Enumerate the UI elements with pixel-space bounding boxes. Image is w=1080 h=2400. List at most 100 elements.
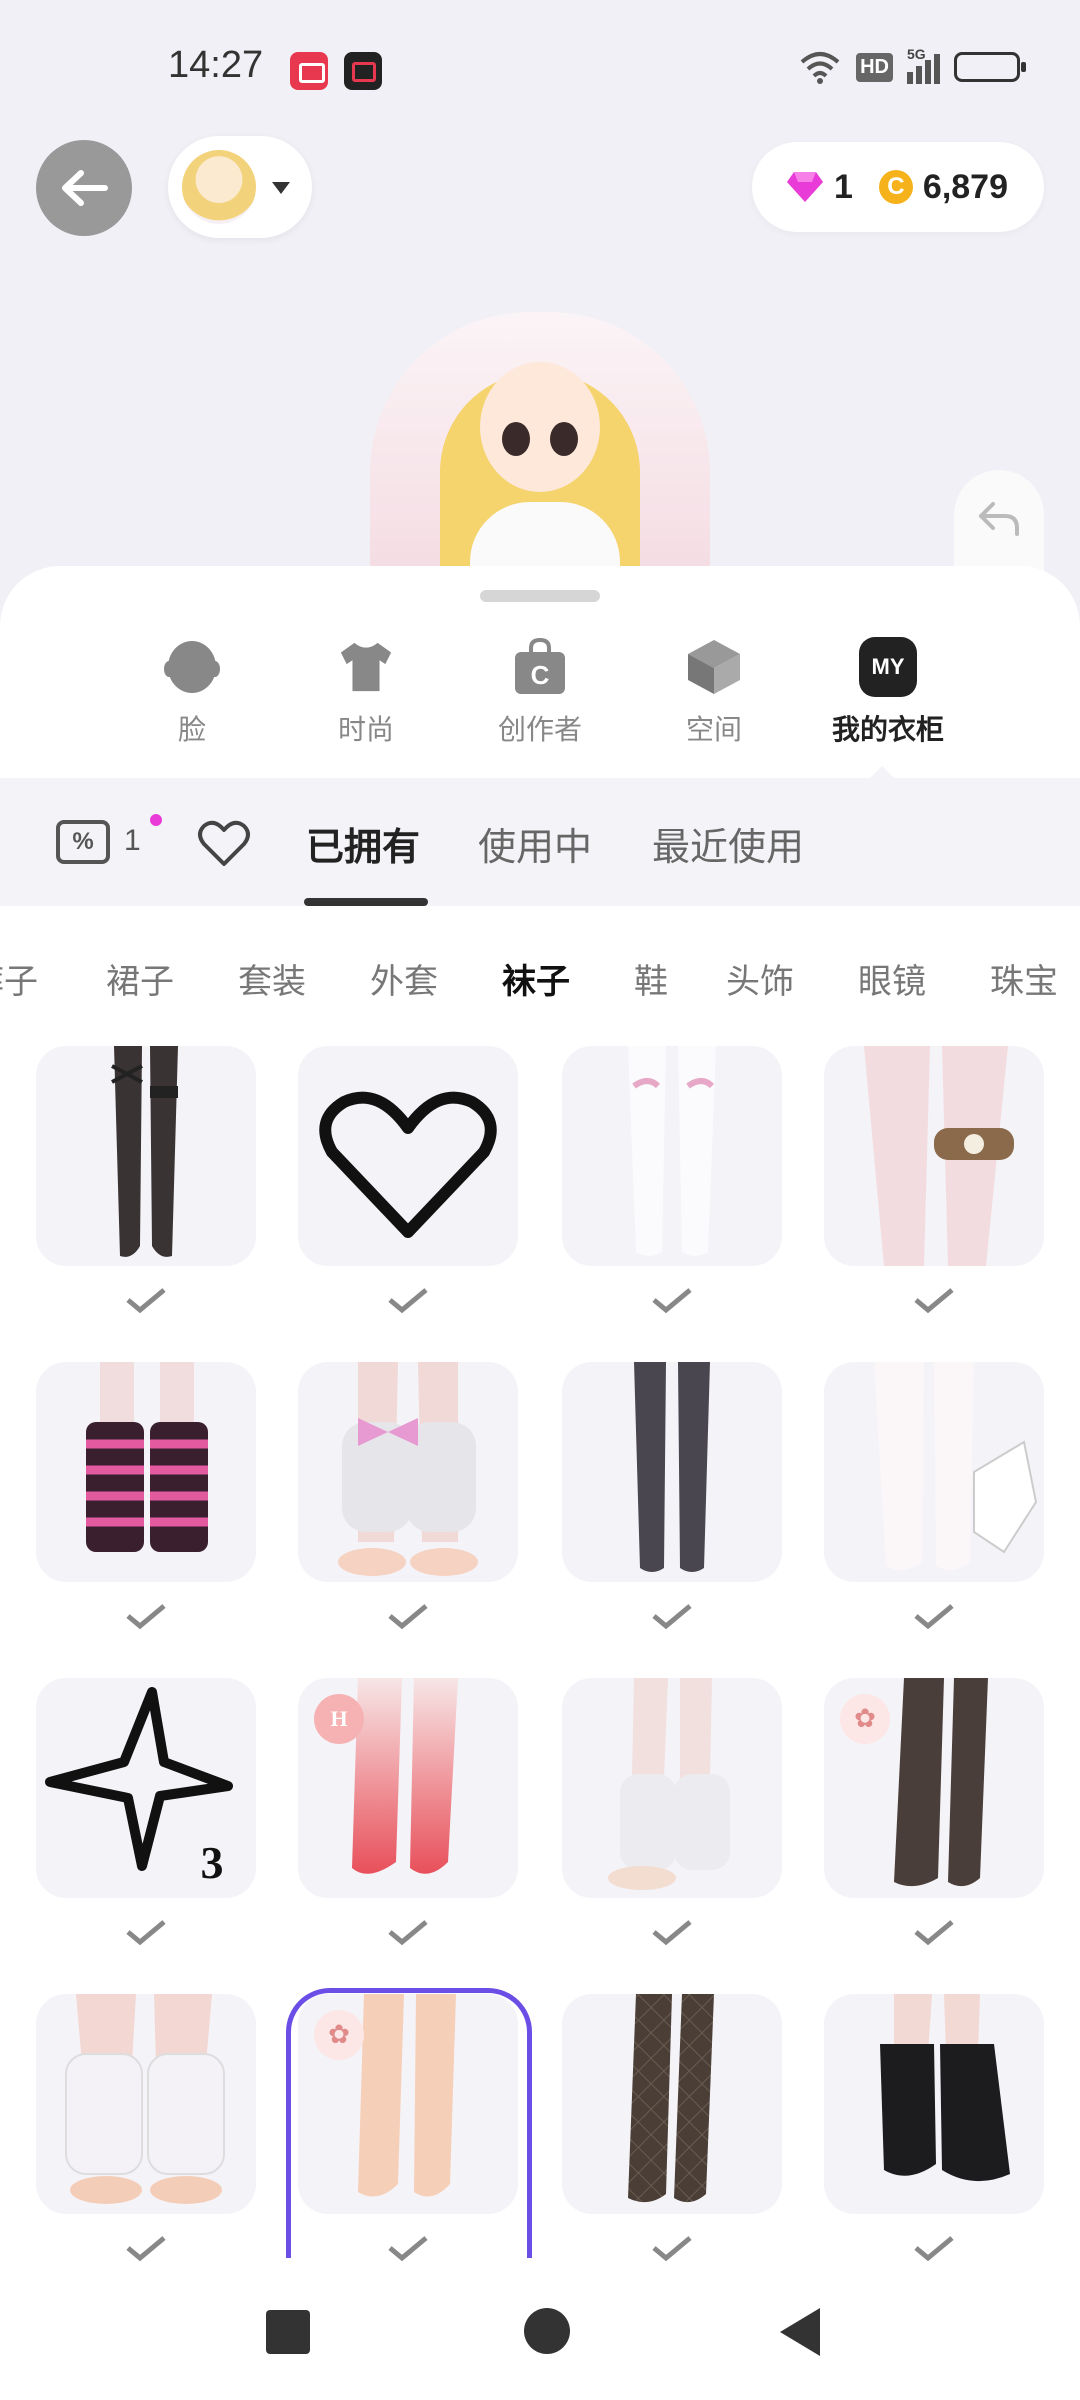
grid-item[interactable] — [36, 1046, 256, 1362]
owned-check-icon — [126, 1288, 166, 1314]
grid-item[interactable] — [36, 1362, 256, 1678]
status-time: 14:27 — [168, 44, 264, 86]
face-icon — [163, 638, 221, 696]
owned-check-icon — [652, 1920, 692, 1946]
character-preview[interactable] — [370, 272, 710, 622]
recent-apps-icon[interactable] — [266, 2310, 310, 2354]
screen-record-icon — [290, 52, 328, 90]
subcat-glasses[interactable]: 眼镜 — [858, 954, 926, 1003]
grid-item[interactable]: ✿ — [824, 1678, 1044, 1994]
tab-label: 脸 — [177, 713, 206, 746]
back-button[interactable] — [36, 140, 132, 236]
video-app-icon — [344, 52, 382, 90]
item-thumbnail — [562, 1678, 782, 1898]
owned-check-icon — [126, 2236, 166, 2262]
tab-recently-used[interactable]: 最近使用 — [652, 816, 804, 871]
star-count: 3 — [201, 1837, 224, 1888]
tab-in-use[interactable]: 使用中 — [478, 816, 592, 871]
subcat-jewelry[interactable]: 珠宝 — [990, 954, 1058, 1003]
system-nav-bar — [0, 2270, 1080, 2400]
tab-label: 空间 — [685, 713, 742, 746]
hd-badge: HD — [856, 52, 893, 82]
network-label: 5G — [907, 46, 926, 62]
filter-bar: % 1 已拥有 使用中 最近使用 — [0, 778, 1080, 906]
item-thumbnail — [824, 1362, 1044, 1582]
owned-check-icon — [914, 2236, 954, 2262]
creator-bag-icon: C — [511, 638, 569, 696]
status-icons: HD 5G — [798, 46, 1026, 84]
sheet-drag-handle[interactable] — [480, 590, 600, 602]
grid-item[interactable] — [562, 1994, 782, 2310]
brand-badge: H — [314, 1694, 364, 1744]
wifi-icon — [798, 50, 842, 84]
favorites-heart-icon[interactable] — [196, 814, 252, 870]
tab-face[interactable]: 脸 — [122, 638, 262, 748]
subcat-shoes[interactable]: 鞋 — [634, 954, 668, 1003]
signal-icon: 5G — [907, 46, 940, 84]
subcat-outerwear[interactable]: 外套 — [370, 954, 438, 1003]
owned-check-icon — [126, 1920, 166, 1946]
tab-space[interactable]: 空间 — [644, 638, 784, 748]
owned-check-icon — [388, 1288, 428, 1314]
tab-label: 时尚 — [337, 713, 394, 746]
item-thumbnail — [562, 1362, 782, 1582]
subcat-pants[interactable]: 裤子 — [0, 954, 38, 1003]
back-triangle-icon[interactable] — [780, 2308, 820, 2356]
item-thumbnail — [36, 1046, 256, 1266]
notification-dot — [150, 814, 162, 826]
avatar — [182, 150, 256, 224]
avatar-switcher[interactable] — [168, 136, 312, 238]
item-thumbnail: H — [298, 1678, 518, 1898]
grid-item[interactable]: 3 — [36, 1678, 256, 1994]
item-thumbnail: ✿ — [824, 1678, 1044, 1898]
grid-item[interactable] — [298, 1362, 518, 1678]
tab-label: 我的衣柜 — [831, 713, 944, 746]
grid-item[interactable] — [824, 1362, 1044, 1678]
tab-label: 创作者 — [497, 713, 582, 746]
item-thumbnail: 3 — [36, 1678, 256, 1898]
tab-my-wardrobe[interactable]: MY 我的衣柜 — [818, 637, 958, 748]
item-thumbnail — [36, 1362, 256, 1582]
active-tab-indicator — [304, 898, 428, 906]
owned-check-icon — [914, 1604, 954, 1630]
grid-item[interactable] — [298, 1046, 518, 1362]
grid-item[interactable] — [824, 1046, 1044, 1362]
currency-display[interactable]: 1 C 6,879 — [751, 142, 1044, 232]
item-thumbnail — [298, 1362, 518, 1582]
grid-item[interactable] — [824, 1994, 1044, 2310]
item-thumbnail — [298, 1046, 518, 1266]
subcat-headwear[interactable]: 头饰 — [726, 954, 794, 1003]
owned-check-icon — [652, 2236, 692, 2262]
grid-item[interactable] — [562, 1046, 782, 1362]
tab-fashion[interactable]: 时尚 — [296, 638, 436, 748]
chevron-down-icon — [272, 182, 290, 194]
item-thumbnail — [824, 1994, 1044, 2214]
grid-item[interactable]: H — [298, 1678, 518, 1994]
undo-button[interactable] — [954, 470, 1044, 580]
item-thumbnail — [562, 1994, 782, 2214]
undo-icon — [979, 502, 1019, 536]
subcat-sets[interactable]: 套装 — [238, 954, 306, 1003]
gem-count: 1 — [833, 167, 853, 206]
subcat-socks[interactable]: 袜子 — [502, 954, 570, 1003]
grid-item[interactable] — [562, 1362, 782, 1678]
brand-badge-icon: ✿ — [840, 1694, 890, 1744]
tab-owned[interactable]: 已拥有 — [306, 816, 420, 871]
subcategory-list: 裤子 裙子 套装 外套 袜子 鞋 头饰 眼镜 珠宝 — [0, 906, 1080, 1036]
owned-check-icon — [388, 1920, 428, 1946]
coupon-icon[interactable]: % — [56, 820, 110, 864]
item-thumbnail — [562, 1046, 782, 1266]
gem-icon — [786, 172, 823, 202]
grid-item[interactable] — [36, 1994, 256, 2310]
space-cube-icon — [685, 638, 743, 696]
grid-item[interactable] — [562, 1678, 782, 1994]
coin-count: 6,879 — [922, 167, 1008, 206]
owned-check-icon — [914, 1288, 954, 1314]
selection-frame — [286, 1988, 532, 2258]
owned-check-icon — [914, 1920, 954, 1946]
home-icon[interactable] — [524, 2308, 570, 2354]
tab-creator[interactable]: C 创作者 — [470, 638, 610, 748]
coin-icon: C — [878, 170, 913, 204]
item-thumbnail — [824, 1046, 1044, 1266]
subcat-skirts[interactable]: 裙子 — [106, 954, 174, 1003]
